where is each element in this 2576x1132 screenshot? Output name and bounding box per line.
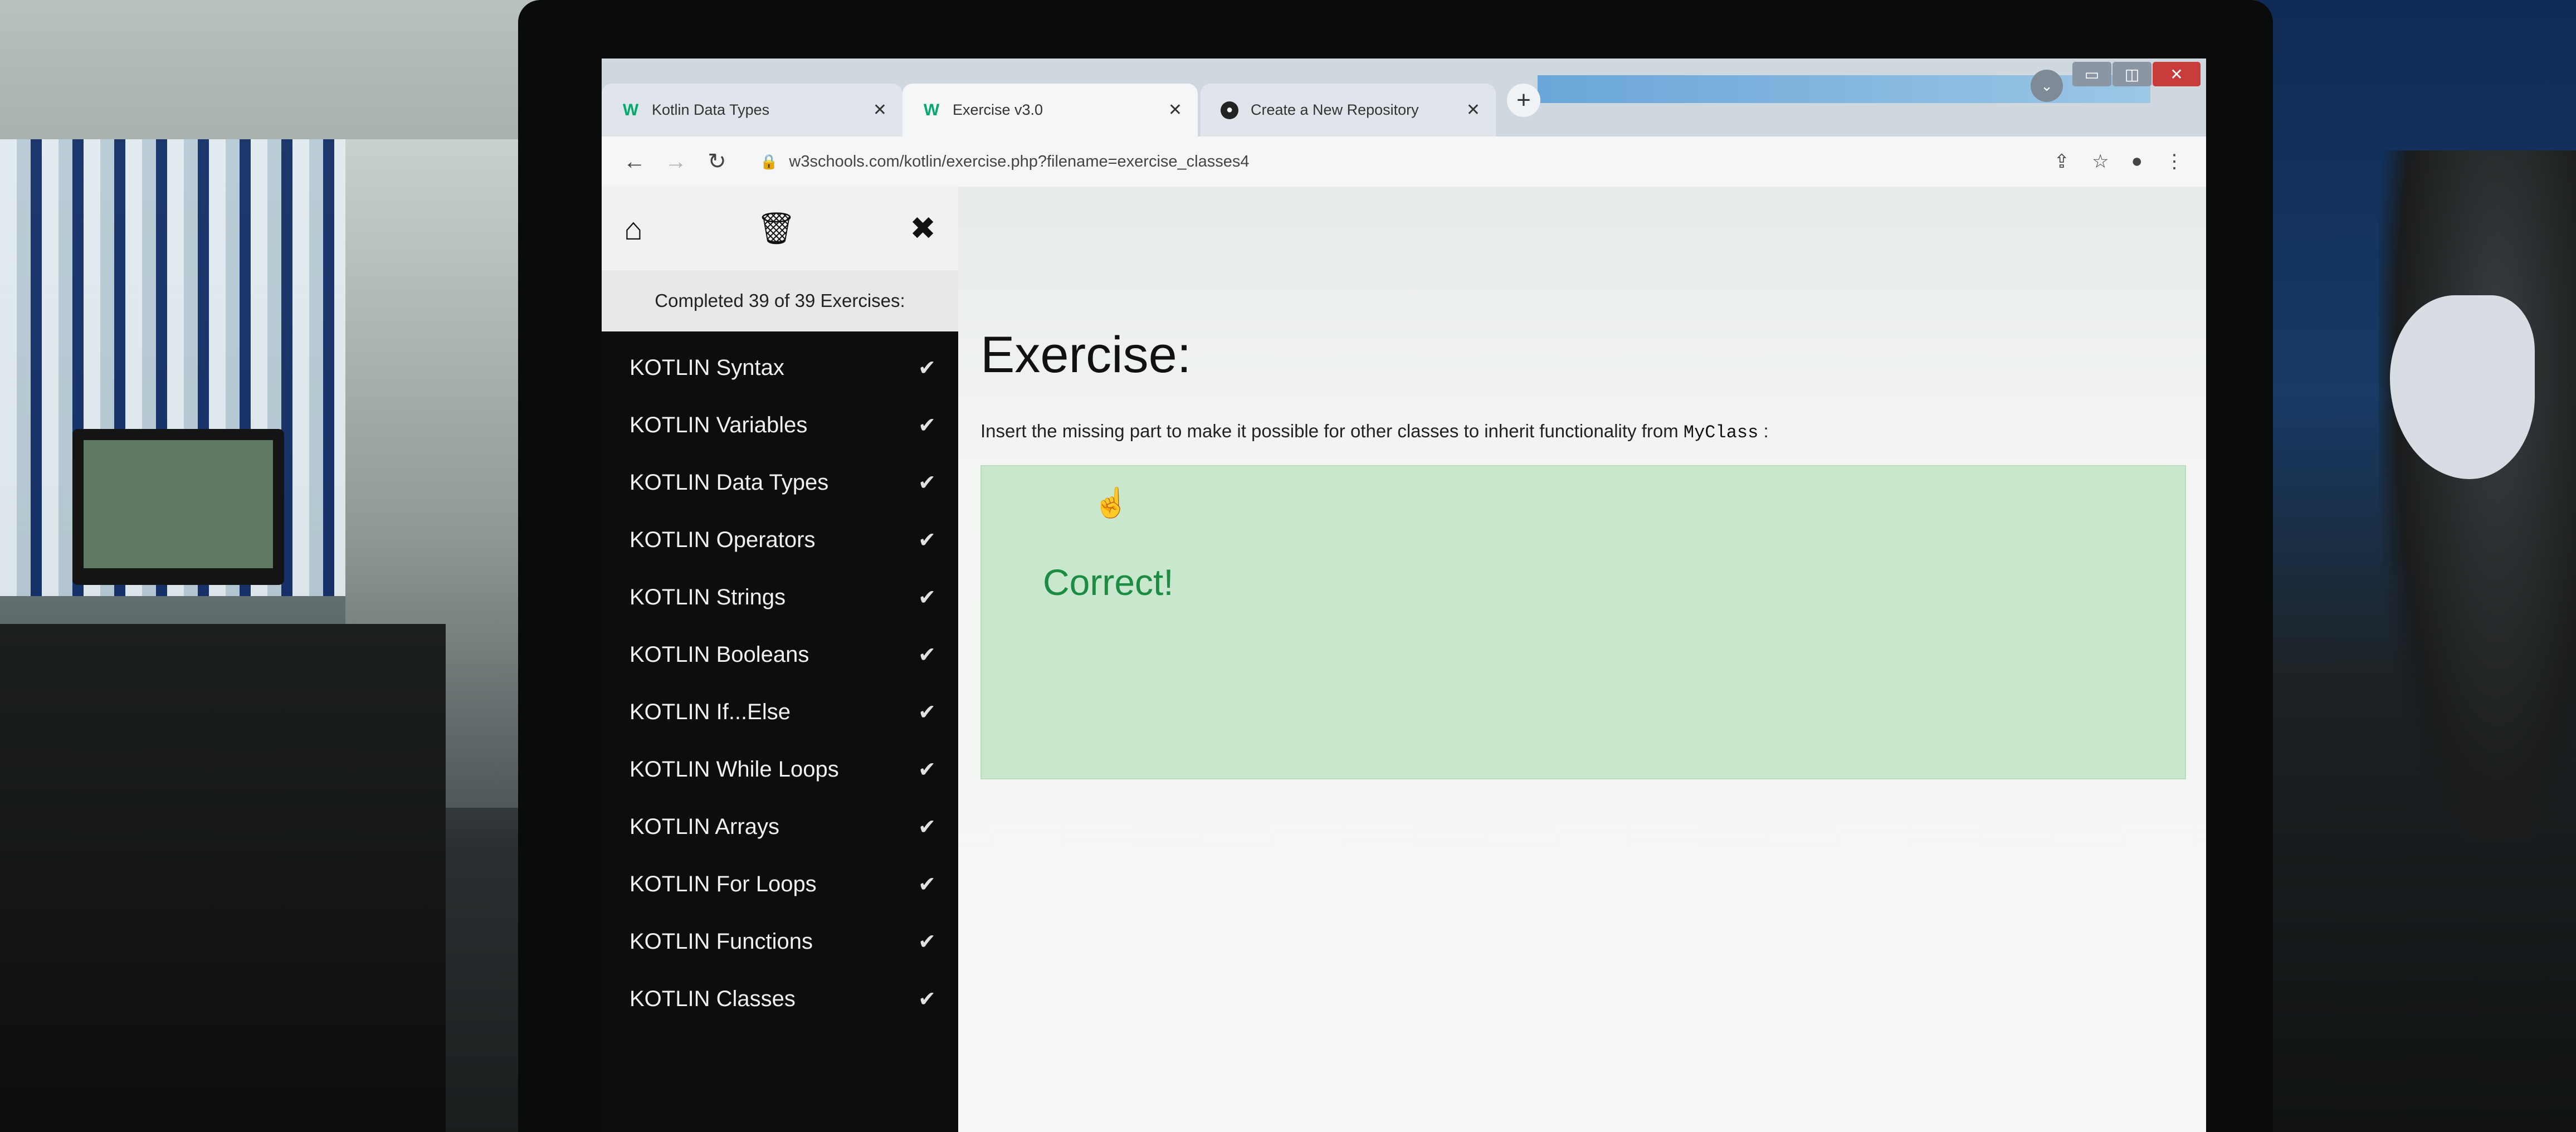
sidebar-item-label: KOTLIN Syntax <box>630 355 784 380</box>
browser-toolbar: ← → ↻ 🔒 w3schools.com/kotlin/exercise.ph… <box>602 136 2206 188</box>
sidebar-item-strings[interactable]: KOTLIN Strings ✔ <box>602 569 958 626</box>
forward-icon[interactable]: → <box>655 142 696 181</box>
tab-kotlin-data-types[interactable]: W Kotlin Data Types ✕ <box>602 84 902 136</box>
instruction-end: : <box>1763 421 1769 441</box>
background-person <box>2379 150 2576 875</box>
tab-strip: W Kotlin Data Types ✕ W Exercise v3.0 ✕ … <box>602 58 2206 136</box>
checkmark-icon: ✔ <box>918 930 936 954</box>
checkmark-icon: ✔ <box>918 357 936 380</box>
sidebar-item-booleans[interactable]: KOTLIN Booleans ✔ <box>602 626 958 684</box>
close-tab-icon[interactable]: ✕ <box>1466 100 1480 120</box>
result-panel: ☝ Correct! <box>980 465 2186 779</box>
background-monitor <box>72 429 284 585</box>
tab-exercise[interactable]: W Exercise v3.0 ✕ <box>902 84 1198 136</box>
exercise-list: KOTLIN Syntax ✔ KOTLIN Variables ✔ KOTLIN … <box>602 331 958 1028</box>
exercise-instruction: Insert the missing part to make it possi… <box>980 421 1769 443</box>
sidebar-item-label: KOTLIN Booleans <box>630 642 809 667</box>
sidebar-item-label: KOTLIN If...Else <box>630 700 791 724</box>
checkmark-icon: ✔ <box>918 758 936 782</box>
sidebar-item-label: KOTLIN Functions <box>630 929 813 954</box>
sidebar-item-label: KOTLIN Variables <box>630 413 808 437</box>
checkmark-icon: ✔ <box>918 643 936 667</box>
checkmark-icon: ✔ <box>918 988 936 1011</box>
tab-create-repository[interactable]: ● Create a New Repository ✕ <box>1201 84 1496 136</box>
checkmark-icon: ✔ <box>918 586 936 609</box>
checkmark-icon: ✔ <box>918 414 936 437</box>
sidebar-item-operators[interactable]: KOTLIN Operators ✔ <box>602 511 958 569</box>
w3schools-icon: W <box>622 100 639 119</box>
close-window-icon[interactable]: ✕ <box>2153 62 2201 86</box>
sidebar-item-for-loops[interactable]: KOTLIN For Loops ✔ <box>602 856 958 913</box>
sidebar-item-label: KOTLIN Operators <box>630 528 816 552</box>
back-icon[interactable]: ← <box>614 142 655 181</box>
hand-cursor-icon: ☝ <box>1093 487 1129 519</box>
lock-icon: 🔒 <box>760 153 778 170</box>
sidebar-item-arrays[interactable]: KOTLIN Arrays ✔ <box>602 798 958 856</box>
share-icon[interactable]: ⇪ <box>2053 150 2070 173</box>
sidebar-item-label: KOTLIN Classes <box>630 987 796 1011</box>
checkmark-icon: ✔ <box>918 873 936 896</box>
url-text: w3schools.com/kotlin/exercise.php?filena… <box>789 152 1250 170</box>
tab-title: Kotlin Data Types <box>652 101 770 118</box>
reload-icon[interactable]: ↻ <box>696 142 738 181</box>
github-icon: ● <box>1221 101 1238 119</box>
tab-title: Exercise v3.0 <box>953 101 1043 118</box>
sidebar-item-label: KOTLIN Arrays <box>630 814 779 839</box>
sidebar-item-classes[interactable]: KOTLIN Classes ✔ <box>602 970 958 1028</box>
exercise-sidebar: ⌂ 🗑 ✖ Completed 39 of 39 Exercises: KOTL… <box>602 187 958 1132</box>
exercise-main: Exercise: Insert the missing part to mak… <box>958 187 2206 1132</box>
bookmark-star-icon[interactable]: ☆ <box>2092 150 2109 173</box>
address-bar[interactable]: 🔒 w3schools.com/kotlin/exercise.php?file… <box>760 143 1974 180</box>
progress-text: Completed 39 of 39 Exercises: <box>602 270 958 331</box>
sidebar-item-label: KOTLIN Strings <box>630 585 786 609</box>
result-message: Correct! <box>1043 562 1174 603</box>
page-content: ⌂ 🗑 ✖ Completed 39 of 39 Exercises: KOTL… <box>602 187 2206 1132</box>
sidebar-item-variables[interactable]: KOTLIN Variables ✔ <box>602 397 958 454</box>
tab-search-icon[interactable]: ⌄ <box>2031 70 2063 102</box>
menu-kebab-icon[interactable]: ⋮ <box>2165 150 2184 173</box>
sidebar-item-if-else[interactable]: KOTLIN If...Else ✔ <box>602 684 958 741</box>
code-reference: MyClass <box>1683 422 1759 443</box>
checkmark-icon: ✔ <box>918 816 936 839</box>
tab-title: Create a New Repository <box>1251 101 1419 118</box>
profile-icon[interactable]: ● <box>2131 150 2143 173</box>
sidebar-item-data-types[interactable]: KOTLIN Data Types ✔ <box>602 454 958 511</box>
new-tab-button[interactable]: + <box>1507 84 1540 117</box>
sidebar-toolbar: ⌂ 🗑 ✖ <box>602 187 958 270</box>
sidebar-item-label: KOTLIN While Loops <box>630 757 839 782</box>
restore-icon[interactable]: ◫ <box>2112 62 2151 86</box>
instruction-text: Insert the missing part to make it possi… <box>980 421 1679 441</box>
home-icon[interactable]: ⌂ <box>624 211 643 247</box>
close-tab-icon[interactable]: ✕ <box>873 100 887 120</box>
checkmark-icon: ✔ <box>918 471 936 495</box>
browser-window: W Kotlin Data Types ✕ W Exercise v3.0 ✕ … <box>602 58 2206 1132</box>
page-title: Exercise: <box>980 326 1192 383</box>
sidebar-item-while-loops[interactable]: KOTLIN While Loops ✔ <box>602 741 958 798</box>
sidebar-item-label: KOTLIN For Loops <box>630 872 817 896</box>
trash-icon[interactable]: 🗑 <box>757 210 796 247</box>
minimize-icon[interactable]: ▭ <box>2072 62 2111 86</box>
close-icon[interactable]: ✖ <box>910 210 936 247</box>
sidebar-item-functions[interactable]: KOTLIN Functions ✔ <box>602 913 958 970</box>
w3schools-icon: W <box>923 100 940 119</box>
checkmark-icon: ✔ <box>918 529 936 552</box>
checkmark-icon: ✔ <box>918 701 936 724</box>
sidebar-item-syntax[interactable]: KOTLIN Syntax ✔ <box>602 339 958 397</box>
close-tab-icon[interactable]: ✕ <box>1168 100 1182 120</box>
background-desk <box>0 624 446 1132</box>
sidebar-item-label: KOTLIN Data Types <box>630 470 829 495</box>
